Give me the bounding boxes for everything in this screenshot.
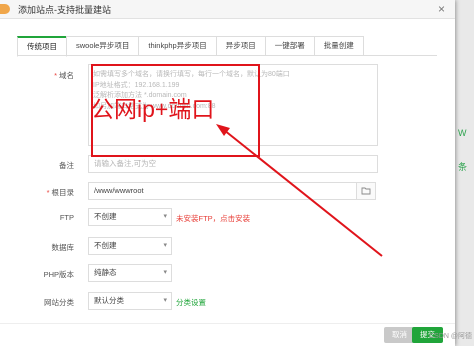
- annotation-arrow: [216, 124, 383, 257]
- watermark: CSDN @阿德: [429, 333, 472, 340]
